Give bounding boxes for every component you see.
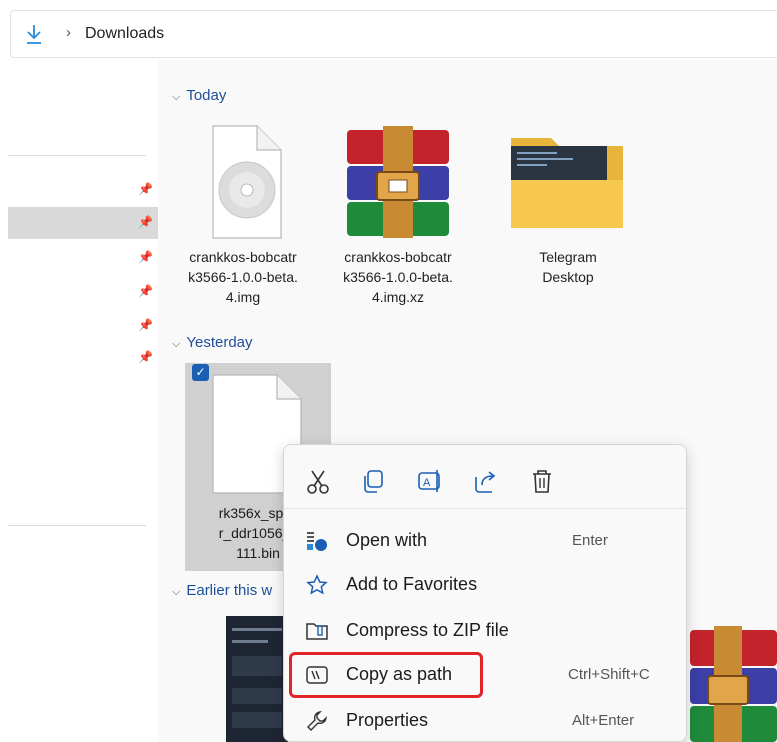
file-name: crankkos-bobcatr <box>344 249 452 265</box>
archive-file-icon <box>690 626 777 742</box>
menu-item-copy-as-path[interactable]: Copy as path <box>289 652 483 698</box>
menu-item-label: Compress to ZIP file <box>346 620 509 640</box>
image-thumbnail[interactable] <box>226 616 288 742</box>
menu-item-shortcut: Enter <box>572 532 608 549</box>
pin-icon[interactable]: 📌 <box>138 215 153 229</box>
menu-item-open-with[interactable]: Open with Enter <box>288 521 680 561</box>
file-tile[interactable]: crankkos-bobcatr k3566-1.0.0-beta. 4.img <box>178 124 308 307</box>
folder-icon <box>511 138 623 228</box>
chevron-down-icon: ⌵ <box>172 91 181 103</box>
menu-item-add-to-favorites[interactable]: Add to Favorites <box>288 565 680 605</box>
menu-separator <box>284 508 686 509</box>
menu-item-shortcut: Alt+Enter <box>572 712 635 729</box>
copy-path-icon <box>306 666 328 684</box>
star-icon <box>306 574 328 595</box>
file-name: k3566-1.0.0-beta. <box>188 269 298 285</box>
chevron-down-icon: ⌵ <box>172 586 181 598</box>
menu-item-properties[interactable]: Properties Alt+Enter <box>288 701 680 741</box>
folder-name: Desktop <box>542 269 594 285</box>
group-header-today[interactable]: ⌵ Today <box>172 87 226 104</box>
pin-icon[interactable]: 📌 <box>138 250 153 264</box>
menu-item-shortcut: Ctrl+Shift+C <box>568 666 650 683</box>
pin-icon[interactable]: 📌 <box>138 182 153 196</box>
copy-icon[interactable] <box>358 465 390 497</box>
group-header-earlier[interactable]: ⌵ Earlier this w <box>172 582 272 599</box>
nav-selected-item[interactable] <box>8 207 158 239</box>
rename-icon[interactable]: A <box>414 465 446 497</box>
disc-image-file-icon <box>212 125 282 239</box>
menu-item-compress-zip[interactable]: Compress to ZIP file <box>288 611 680 651</box>
navigation-pane: 📌 📌 📌 📌 📌 📌 <box>0 60 158 742</box>
menu-item-label: Properties <box>346 710 429 730</box>
pin-icon[interactable]: 📌 <box>138 318 153 332</box>
menu-item-label: Add to Favorites <box>346 574 478 594</box>
group-header-yesterday[interactable]: ⌵ Yesterday <box>172 334 253 351</box>
folder-name: Telegram <box>539 249 597 265</box>
breadcrumb-downloads[interactable]: Downloads <box>85 25 164 43</box>
svg-text:A: A <box>423 477 431 489</box>
folder-tile[interactable]: Telegram Desktop <box>503 124 633 287</box>
checkbox-checked-icon[interactable]: ✓ <box>192 364 209 381</box>
file-tile[interactable]: crankkos-bobcatr k3566-1.0.0-beta. 4.img… <box>333 124 463 307</box>
pin-icon[interactable]: 📌 <box>138 284 153 298</box>
breadcrumb-chevron-icon[interactable]: › <box>66 24 71 41</box>
chevron-down-icon: ⌵ <box>172 338 181 350</box>
archive-file-icon <box>347 126 449 238</box>
open-with-icon <box>307 532 327 551</box>
menu-item-label: Open with <box>346 530 428 550</box>
delete-icon[interactable] <box>526 465 558 497</box>
wrench-icon <box>307 711 327 731</box>
nav-divider <box>8 155 146 156</box>
share-icon[interactable] <box>470 465 502 497</box>
download-icon <box>27 25 41 44</box>
file-name: 4.img.xz <box>371 289 425 305</box>
nav-divider <box>8 525 146 526</box>
cut-icon[interactable] <box>302 465 334 497</box>
file-name: 4.img <box>225 289 261 305</box>
address-bar[interactable]: › Downloads <box>10 10 777 58</box>
file-name: crankkos-bobcatr <box>189 249 297 265</box>
context-menu: A Open with Enter Add to Favorites Compr… <box>283 444 687 742</box>
menu-item-label: Copy as path <box>346 664 453 684</box>
pin-icon[interactable]: 📌 <box>138 350 153 364</box>
zip-folder-icon <box>306 623 328 640</box>
file-name: k3566-1.0.0-beta. <box>343 269 453 285</box>
